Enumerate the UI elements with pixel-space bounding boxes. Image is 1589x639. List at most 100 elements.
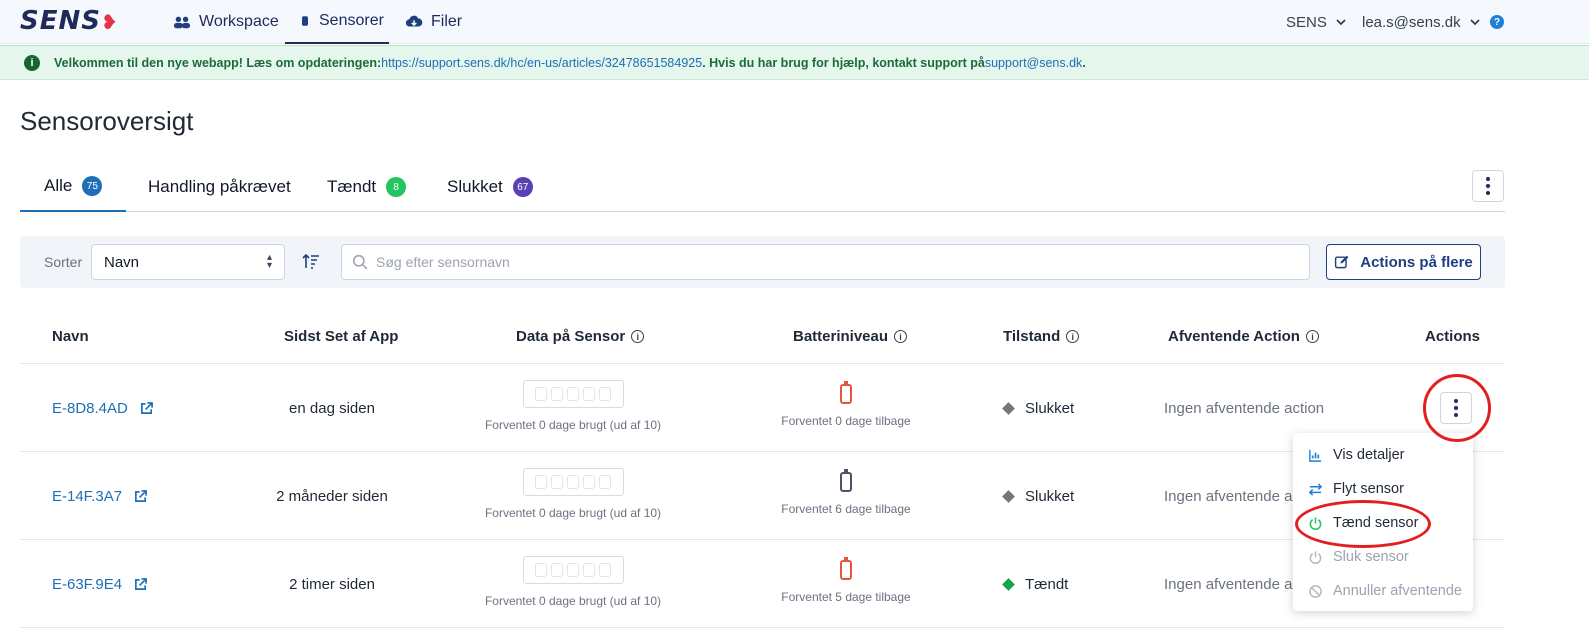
data-on-sensor: Forventet 0 dage brugt (ud af 10): [473, 380, 673, 432]
info-icon[interactable]: i: [631, 330, 645, 343]
bulk-actions-label: Actions på flere: [1360, 253, 1473, 271]
chevron-down-icon: [1336, 19, 1346, 26]
battery-icon: [840, 557, 852, 580]
data-usage-note: Forventet 0 dage brugt (ud af 10): [484, 506, 662, 520]
tab-alle-label: Alle: [44, 176, 73, 195]
menu-item-annuller-afventende[interactable]: Annuller afventende: [1293, 574, 1473, 608]
org-label: SENS: [1286, 13, 1327, 31]
menu-item-taend-sensor[interactable]: Tænd sensor: [1293, 506, 1473, 540]
external-link-icon: [140, 402, 153, 414]
banner-text-end: .: [1082, 55, 1086, 70]
chevron-down-icon: [1469, 19, 1480, 26]
battery-level: Forventet 0 dage tilbage: [746, 381, 946, 428]
external-link-icon: [135, 490, 147, 502]
tab-slukket-count-badge: 67: [512, 177, 533, 197]
search-field[interactable]: [341, 244, 1310, 280]
battery-icon: [840, 381, 852, 404]
menu-item-vis-detaljer[interactable]: Vis detaljer: [1293, 438, 1473, 472]
battery-note: Forventet 0 dage tilbage: [781, 414, 911, 428]
kebab-icon: [1486, 177, 1490, 195]
tab-taendt[interactable]: Tændt 8: [327, 162, 407, 212]
sens-logo[interactable]: SENS❥: [20, 6, 119, 36]
welcome-banner: i Velkommen til den nye webapp! Læs om o…: [0, 45, 1589, 80]
last-seen: 2 måneder siden: [276, 488, 388, 505]
menu-item-flyt-sensor[interactable]: Flyt sensor: [1293, 472, 1473, 506]
search-input[interactable]: [376, 252, 1276, 272]
nav-filer[interactable]: Filer: [405, 0, 462, 44]
sort-direction-icon[interactable]: [301, 251, 321, 271]
state-diamond-icon: [1002, 578, 1015, 591]
nav-filer-label: Filer: [431, 13, 463, 30]
help-icon[interactable]: ?: [1490, 15, 1504, 29]
tab-slukket-label: Slukket: [447, 177, 503, 196]
sort-select[interactable]: Navn ▴ ▾: [91, 244, 285, 280]
tab-taendt-label: Tændt: [327, 177, 377, 196]
info-icon[interactable]: i: [894, 330, 908, 343]
sensor-name-link[interactable]: E-63F.9E4: [52, 576, 147, 593]
column-header-batteri: Batteriniveau i: [793, 328, 908, 345]
search-icon: [352, 254, 368, 270]
column-header-navn: Navn: [52, 328, 89, 345]
nav-workspace-label: Workspace: [199, 13, 279, 30]
sensor-name-link[interactable]: E-8D8.4AD: [52, 400, 153, 417]
page-title: Sensoroversigt: [20, 106, 194, 136]
sort-select-value: Navn: [104, 253, 140, 271]
top-navigation-bar: SENS❥ Workspace Sensorer Filer SENS lea.…: [0, 0, 1589, 44]
tab-handling-paakraevet[interactable]: Handling påkrævet: [148, 162, 291, 212]
battery-level: Forventet 6 dage tilbage: [746, 469, 946, 516]
kebab-icon: [1454, 399, 1458, 417]
data-usage-note: Forventet 0 dage brugt (ud af 10): [484, 418, 662, 432]
cloud-download-icon: [405, 15, 423, 27]
select-arrows-icon: ▴ ▾: [266, 252, 272, 271]
banner-text: Velkommen til den nye webapp! Læs om opd…: [54, 55, 382, 70]
banner-support-email-link[interactable]: support@sens.dk: [985, 56, 1082, 70]
nav-sensorer[interactable]: Sensorer: [285, 0, 389, 44]
data-usage-note: Forventet 0 dage brugt (ud af 10): [484, 594, 662, 608]
menu-item-sluk-sensor[interactable]: Sluk sensor: [1293, 540, 1473, 574]
tab-alle[interactable]: Alle 75: [20, 162, 127, 212]
power-off-icon: [1309, 550, 1322, 564]
column-header-afventende: Afventende Action i: [1168, 328, 1319, 345]
battery-icon: [840, 469, 852, 492]
banner-text-middle: . Hvis du har brug for hjælp, kontakt su…: [702, 55, 985, 70]
pending-action: Ingen afventende action: [1164, 400, 1325, 417]
user-email: lea.s@sens.dk: [1362, 13, 1461, 31]
column-header-sidst-set: Sidst Set af App: [284, 328, 399, 345]
battery-level: Forventet 5 dage tilbage: [746, 557, 946, 604]
tab-alle-count-badge: 75: [82, 176, 103, 196]
battery-note: Forventet 5 dage tilbage: [781, 590, 911, 604]
state-diamond-icon: [1002, 402, 1015, 415]
column-header-tilstand: Tilstand i: [1003, 328, 1080, 345]
sensor-tabs: Alle 75 Handling påkrævet Tændt 8 Slukke…: [20, 162, 1505, 212]
state: Slukket: [1002, 488, 1074, 505]
tab-slukket[interactable]: Slukket 67: [447, 162, 533, 212]
info-icon[interactable]: i: [1305, 330, 1319, 343]
swap-arrows-icon: [1308, 482, 1323, 496]
user-dropdown[interactable]: lea.s@sens.dk: [1362, 0, 1481, 44]
row-actions-menu: Vis detaljer Flyt sensor Tænd sensor Slu…: [1293, 433, 1473, 611]
data-on-sensor: Forventet 0 dage brugt (ud af 10): [473, 556, 673, 608]
state-diamond-icon: [1002, 490, 1015, 503]
bulk-actions-button[interactable]: Actions på flere: [1326, 244, 1481, 280]
info-icon[interactable]: i: [1066, 330, 1080, 343]
sensor-icon: [302, 16, 308, 26]
row-actions-button[interactable]: [1440, 392, 1472, 424]
banner-article-link[interactable]: https://support.sens.dk/hc/en-us/article…: [381, 56, 702, 70]
tabs-more-options-button[interactable]: [1472, 170, 1504, 202]
tab-taendt-count-badge: 8: [386, 177, 407, 197]
state: Tændt: [1002, 576, 1068, 593]
last-seen: en dag siden: [289, 400, 375, 417]
data-usage-bar: [522, 468, 624, 496]
filter-bar: Sorter Navn ▴▾ Actions på flere: [20, 236, 1505, 288]
sensor-name-link[interactable]: E-14F.3A7: [52, 488, 147, 505]
tab-handling-label: Handling påkrævet: [148, 177, 291, 196]
external-link-icon: [135, 578, 147, 590]
org-dropdown[interactable]: SENS: [1286, 0, 1347, 44]
last-seen: 2 timer siden: [289, 576, 375, 593]
data-on-sensor: Forventet 0 dage brugt (ud af 10): [473, 468, 673, 520]
column-header-actions: Actions: [1425, 328, 1481, 345]
nav-workspace[interactable]: Workspace: [173, 0, 279, 44]
info-icon: i: [24, 54, 40, 71]
sort-label: Sorter: [44, 254, 83, 270]
users-gear-icon: [173, 16, 191, 29]
